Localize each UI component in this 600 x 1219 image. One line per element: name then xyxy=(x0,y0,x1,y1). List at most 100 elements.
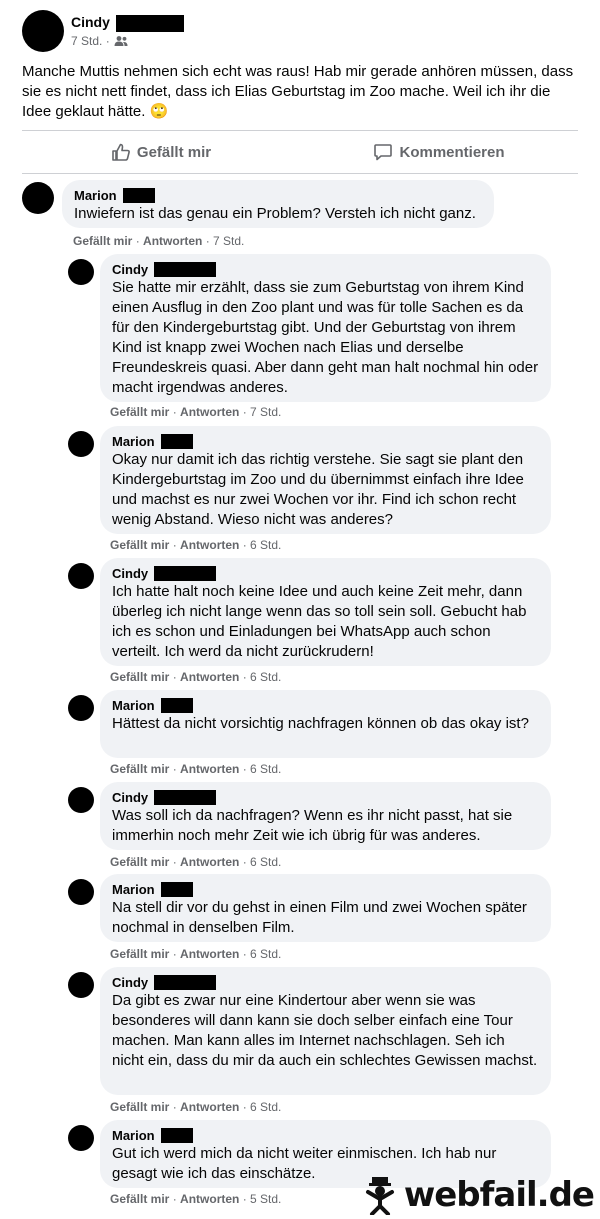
comment-author-name[interactable]: Marion xyxy=(112,881,155,898)
comment-text: Was soll ich da nachfragen? Wenn es ihr … xyxy=(112,807,513,844)
comment-author-name[interactable]: Cindy xyxy=(112,789,148,806)
comment-actions: Gefällt mir · Antworten · 7 Std. xyxy=(110,405,282,419)
comment-author-name[interactable]: Cindy xyxy=(112,261,148,278)
avatar[interactable] xyxy=(68,787,94,813)
comment-bubble: Cindy Ich hatte halt noch keine Idee und… xyxy=(100,558,551,666)
comment-author[interactable]: Cindy xyxy=(112,974,539,991)
avatar[interactable] xyxy=(68,695,94,721)
comment-actions: Gefällt mir · Antworten · 6 Std. xyxy=(110,670,282,684)
comment-author[interactable]: Cindy xyxy=(112,565,539,582)
comment-time[interactable]: 5 Std. xyxy=(250,1192,281,1206)
comment-icon xyxy=(374,144,393,161)
comment-text: Inwiefern ist das genau ein Problem? Ver… xyxy=(74,205,476,222)
comment-author-name[interactable]: Cindy xyxy=(112,974,148,991)
comment-like-link[interactable]: Gefällt mir xyxy=(110,670,169,684)
post-header: Cindy 7 Std. · xyxy=(22,10,582,54)
redaction-bar xyxy=(160,1128,193,1143)
avatar[interactable] xyxy=(68,431,94,457)
like-label: Gefällt mir xyxy=(136,143,212,161)
comment-time[interactable]: 6 Std. xyxy=(250,855,281,869)
comment-bubble: Marion Inwiefern ist das genau ein Probl… xyxy=(62,180,494,228)
comment-like-link[interactable]: Gefällt mir xyxy=(110,1192,169,1206)
avatar[interactable] xyxy=(22,10,64,52)
comment-reply-link[interactable]: Antworten xyxy=(180,670,239,684)
comment-like-link[interactable]: Gefällt mir xyxy=(110,538,169,552)
comment-time[interactable]: 6 Std. xyxy=(250,762,281,776)
comment-reply-link[interactable]: Antworten xyxy=(180,405,239,419)
comment-like-link[interactable]: Gefällt mir xyxy=(73,234,132,248)
comment-like-link[interactable]: Gefällt mir xyxy=(110,855,169,869)
webfail-logo-text: webfail.de xyxy=(403,1175,595,1215)
comment-reply-link[interactable]: Antworten xyxy=(180,1100,239,1114)
comment-author[interactable]: Marion xyxy=(112,433,539,450)
comment-bubble: Marion Hättest da nicht vorsichtig nachf… xyxy=(100,690,551,758)
comment-bubble: Cindy Sie hatte mir erzählt, dass sie zu… xyxy=(100,254,551,402)
thumbs-up-icon xyxy=(112,143,130,161)
comment-reply-link[interactable]: Antworten xyxy=(180,947,239,961)
comment-button[interactable]: Kommentieren xyxy=(300,132,578,172)
redaction-bar xyxy=(154,262,217,277)
comment-author-name[interactable]: Marion xyxy=(74,187,117,204)
comment-time[interactable]: 6 Std. xyxy=(250,538,281,552)
comment-bubble: Cindy Was soll ich da nachfragen? Wenn e… xyxy=(100,782,551,850)
comment-bubble: Marion Okay nur damit ich das richtig ve… xyxy=(100,426,551,534)
redaction-bar xyxy=(160,698,193,713)
comment-actions: Gefällt mir · Antworten · 6 Std. xyxy=(110,762,282,776)
comment-author[interactable]: Marion xyxy=(112,697,539,714)
comment-author[interactable]: Cindy xyxy=(112,261,539,278)
comment-author[interactable]: Marion xyxy=(74,187,482,204)
comment-like-link[interactable]: Gefällt mir xyxy=(110,762,169,776)
avatar[interactable] xyxy=(68,563,94,589)
comment-author[interactable]: Marion xyxy=(112,1127,539,1144)
redaction-bar xyxy=(154,566,217,581)
friends-icon xyxy=(114,36,128,46)
post-author-name[interactable]: Cindy xyxy=(71,14,110,30)
comment-time[interactable]: 7 Std. xyxy=(250,405,281,419)
comment-author-name[interactable]: Marion xyxy=(112,433,155,450)
comment-like-link[interactable]: Gefällt mir xyxy=(110,947,169,961)
redaction-bar xyxy=(160,882,193,897)
comment-author[interactable]: Cindy xyxy=(112,789,539,806)
comment-time[interactable]: 6 Std. xyxy=(250,670,281,684)
comment-text: Da gibt es zwar nur eine Kindertour aber… xyxy=(112,992,538,1069)
comment-text: Okay nur damit ich das richtig verstehe.… xyxy=(112,451,524,528)
avatar[interactable] xyxy=(68,1125,94,1151)
avatar[interactable] xyxy=(68,879,94,905)
comment-author[interactable]: Marion xyxy=(112,881,539,898)
comment-reply-link[interactable]: Antworten xyxy=(180,762,239,776)
comment-actions: Gefällt mir · Antworten · 6 Std. xyxy=(110,947,282,961)
comment-time[interactable]: 6 Std. xyxy=(250,947,281,961)
redaction-bar xyxy=(115,14,184,32)
comment-author-name[interactable]: Marion xyxy=(112,1127,155,1144)
comment-author-name[interactable]: Marion xyxy=(112,697,155,714)
comment-actions: Gefällt mir · Antworten · 7 Std. xyxy=(73,234,245,248)
comment-like-link[interactable]: Gefällt mir xyxy=(110,1100,169,1114)
comment-time[interactable]: 7 Std. xyxy=(213,234,244,248)
comment-author-name[interactable]: Cindy xyxy=(112,565,148,582)
post-action-bar: Gefällt mir Kommentieren xyxy=(22,132,578,172)
post-author[interactable]: Cindy xyxy=(71,14,184,32)
avatar[interactable] xyxy=(68,972,94,998)
divider xyxy=(22,130,578,131)
post-meta: 7 Std. · xyxy=(71,34,128,48)
avatar[interactable] xyxy=(22,182,54,214)
comment-time[interactable]: 6 Std. xyxy=(250,1100,281,1114)
like-button[interactable]: Gefällt mir xyxy=(22,132,300,172)
redaction-bar xyxy=(154,790,217,805)
comment-text: Ich hatte halt noch keine Idee und auch … xyxy=(112,583,527,660)
redaction-bar xyxy=(154,975,217,990)
comment-actions: Gefällt mir · Antworten · 6 Std. xyxy=(110,1100,282,1114)
comment-reply-link[interactable]: Antworten xyxy=(143,234,202,248)
redaction-bar xyxy=(122,188,155,203)
comment-reply-link[interactable]: Antworten xyxy=(180,538,239,552)
comment-reply-link[interactable]: Antworten xyxy=(180,1192,239,1206)
webfail-mascot-icon xyxy=(365,1177,394,1215)
comment-reply-link[interactable]: Antworten xyxy=(180,855,239,869)
comment-label: Kommentieren xyxy=(399,143,505,161)
comment-text: Na stell dir vor du gehst in einen Film … xyxy=(112,899,527,936)
comment-bubble: Cindy Da gibt es zwar nur eine Kindertou… xyxy=(100,967,551,1095)
comment-like-link[interactable]: Gefällt mir xyxy=(110,405,169,419)
post-time[interactable]: 7 Std. · xyxy=(71,34,110,48)
avatar[interactable] xyxy=(68,259,94,285)
post-text: Manche Muttis nehmen sich echt was raus!… xyxy=(22,63,574,120)
